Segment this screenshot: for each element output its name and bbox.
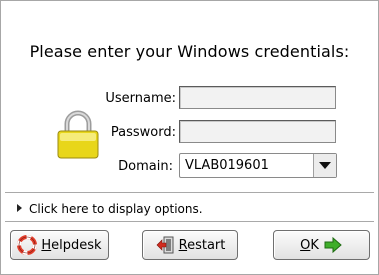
- display-options-label: Click here to display options.: [29, 202, 203, 216]
- username-label: Username:: [105, 91, 176, 106]
- helpdesk-label: Helpdesk: [41, 237, 102, 253]
- ok-label: OK: [300, 237, 319, 253]
- divider-bottom: [5, 221, 374, 223]
- dialog-heading: Please enter your Windows credentials:: [29, 42, 350, 61]
- domain-select[interactable]: VLAB019601: [179, 153, 337, 178]
- domain-label: Domain:: [118, 159, 173, 174]
- lifebuoy-icon: [17, 235, 38, 255]
- password-field[interactable]: [179, 120, 336, 143]
- chevron-down-icon[interactable]: [313, 154, 336, 177]
- triangle-right-icon: [17, 204, 22, 212]
- divider-top: [5, 192, 374, 194]
- display-options-toggle[interactable]: Click here to display options.: [17, 202, 203, 216]
- restart-label: Restart: [178, 237, 226, 253]
- windows-credentials-dialog: Please enter your Windows credentials: U…: [0, 0, 379, 275]
- username-field[interactable]: [179, 86, 336, 109]
- restart-button[interactable]: Restart: [142, 230, 238, 260]
- domain-value: VLAB019601: [185, 158, 269, 173]
- ok-button[interactable]: OK: [273, 230, 370, 260]
- green-arrow-right-icon: [324, 236, 342, 254]
- helpdesk-button[interactable]: Helpdesk: [10, 230, 109, 260]
- password-label: Password:: [110, 125, 176, 140]
- restart-icon: [156, 236, 174, 254]
